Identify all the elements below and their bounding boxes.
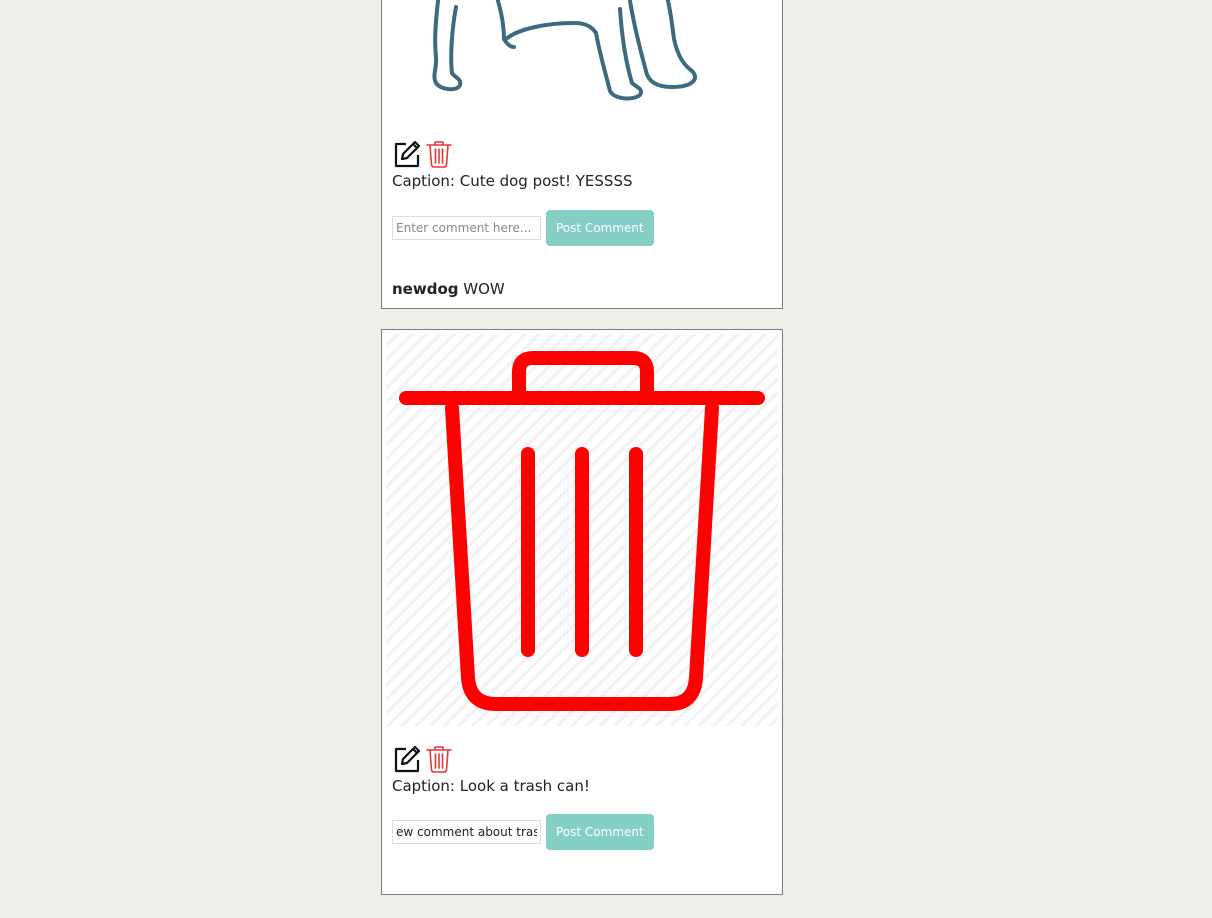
delete-icon[interactable]: [424, 139, 454, 169]
comment-form: Post Comment: [392, 210, 654, 246]
post-actions: [392, 744, 454, 774]
post-image: [386, 334, 778, 726]
post-actions: [392, 139, 454, 169]
post-feed: Caption: Cute dog post! YESSSS Post Comm…: [0, 0, 1212, 918]
post-card: Caption: Cute dog post! YESSSS Post Comm…: [381, 0, 783, 309]
comment-input[interactable]: [392, 216, 541, 240]
dog-illustration-icon: [432, 0, 698, 101]
post-comment-button[interactable]: Post Comment: [546, 210, 654, 246]
comment-input[interactable]: [392, 820, 541, 844]
edit-icon[interactable]: [392, 744, 422, 774]
delete-icon[interactable]: [424, 744, 454, 774]
post-caption: Caption: Cute dog post! YESSSS: [392, 172, 633, 190]
trash-can-illustration-icon: [399, 351, 765, 711]
comment-item: newdog WOW: [392, 280, 505, 298]
post-comment-button[interactable]: Post Comment: [546, 814, 654, 850]
post-caption: Caption: Look a trash can!: [392, 777, 590, 795]
comment-username: newdog: [392, 280, 459, 298]
post-card: Caption: Look a trash can! Post Comment: [381, 329, 783, 895]
comment-form: Post Comment: [392, 814, 654, 850]
edit-icon[interactable]: [392, 139, 422, 169]
comment-text: WOW: [458, 280, 505, 298]
post-image: [386, 0, 778, 109]
